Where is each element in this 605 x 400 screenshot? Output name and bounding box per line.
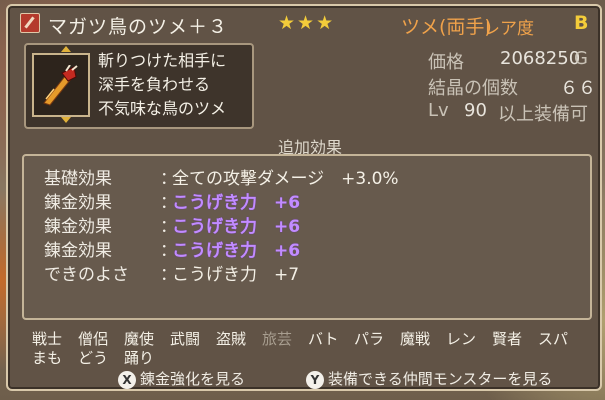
price-unit: G	[574, 48, 588, 69]
scroll-up-icon[interactable]	[61, 46, 71, 52]
job-sage: 賢者	[492, 330, 523, 348]
job-battle: バト	[308, 330, 339, 348]
crystal-label: 結晶の個数	[428, 78, 518, 99]
weapon-type: ツメ(両手)	[401, 16, 492, 38]
rarity-label: レア度	[483, 19, 534, 39]
price-label: 価格	[428, 52, 464, 73]
button-guide: X 錬金強化を見る Y 装備できる仲間モンスターを見る	[0, 360, 605, 400]
job-minstrel: 旅芸	[262, 330, 293, 348]
star-rating: ★★★	[278, 12, 336, 34]
job-martial: 武闘	[170, 330, 201, 348]
effect-label: 錬金効果	[44, 217, 112, 237]
effect-label: 錬金効果	[44, 241, 112, 261]
effect-value: 全ての攻撃ダメージ +3.0%	[172, 169, 399, 189]
job-ranger: レン	[446, 330, 477, 348]
effect-value: こうげき力 +6	[172, 217, 301, 237]
scroll-down-icon[interactable]	[61, 117, 71, 123]
description-line: 斬りつけた相手に	[98, 51, 227, 70]
effect-label: 錬金効果	[44, 193, 112, 213]
description-line: 深手を負わせる	[98, 75, 211, 94]
effect-value: こうげき力 +7	[172, 265, 300, 285]
effects-list: 基礎効果 ： 全ての攻撃ダメージ +3.0% 錬金効果 ： こうげき力 +6 錬…	[22, 154, 592, 320]
rarity-value: B	[574, 12, 589, 34]
effect-label: できのよさ	[44, 265, 129, 285]
description-text: 斬りつけた相手に 深手を負わせる 不気味な鳥のツメ	[98, 49, 226, 121]
monster-equip-button[interactable]: Y 装備できる仲間モンスターを見る	[306, 368, 552, 389]
y-button-icon: Y	[306, 370, 324, 389]
effect-value: こうげき力 +6	[172, 241, 301, 261]
job-priest: 僧侶	[78, 330, 109, 348]
alchemy-enhance-button[interactable]: X 錬金強化を見る	[118, 368, 245, 389]
monster-equip-label: 装備できる仲間モンスターを見る	[328, 370, 553, 388]
job-paladin: パラ	[354, 330, 385, 348]
job-mage: 魔使	[124, 330, 155, 348]
level-value: 90	[464, 100, 487, 121]
description-line: 不気味な鳥のツメ	[98, 99, 227, 118]
alchemy-enhance-label: 錬金強化を見る	[140, 370, 246, 388]
item-icon-frame[interactable]	[32, 46, 90, 123]
crystal-value: ６６	[560, 78, 596, 99]
effect-label: 基礎効果	[44, 169, 112, 189]
job-magic-warrior: 魔戦	[400, 330, 431, 348]
job-warrior: 戦士	[32, 330, 63, 348]
item-name: マガツ鳥のツメ＋３	[48, 16, 229, 38]
job-superstar: スパ	[538, 330, 569, 348]
bird-claw-icon	[43, 65, 78, 106]
level-suffix: 以上装備可	[498, 104, 588, 125]
effect-value: こうげき力 +6	[172, 193, 301, 213]
job-thief: 盗賊	[216, 330, 247, 348]
price-value: 2068250	[500, 48, 581, 69]
x-button-icon: X	[118, 370, 136, 389]
claw-category-icon	[20, 13, 40, 33]
level-prefix: Lv	[428, 100, 449, 121]
item-description-box: 斬りつけた相手に 深手を負わせる 不気味な鳥のツメ	[24, 43, 254, 129]
item-header: マガツ鳥のツメ＋３ ★★★ ツメ(両手) レア度 B	[8, 6, 600, 40]
item-detail-panel: マガツ鳥のツメ＋３ ★★★ ツメ(両手) レア度 B 斬りつけた相手に 深手を負…	[6, 4, 602, 391]
